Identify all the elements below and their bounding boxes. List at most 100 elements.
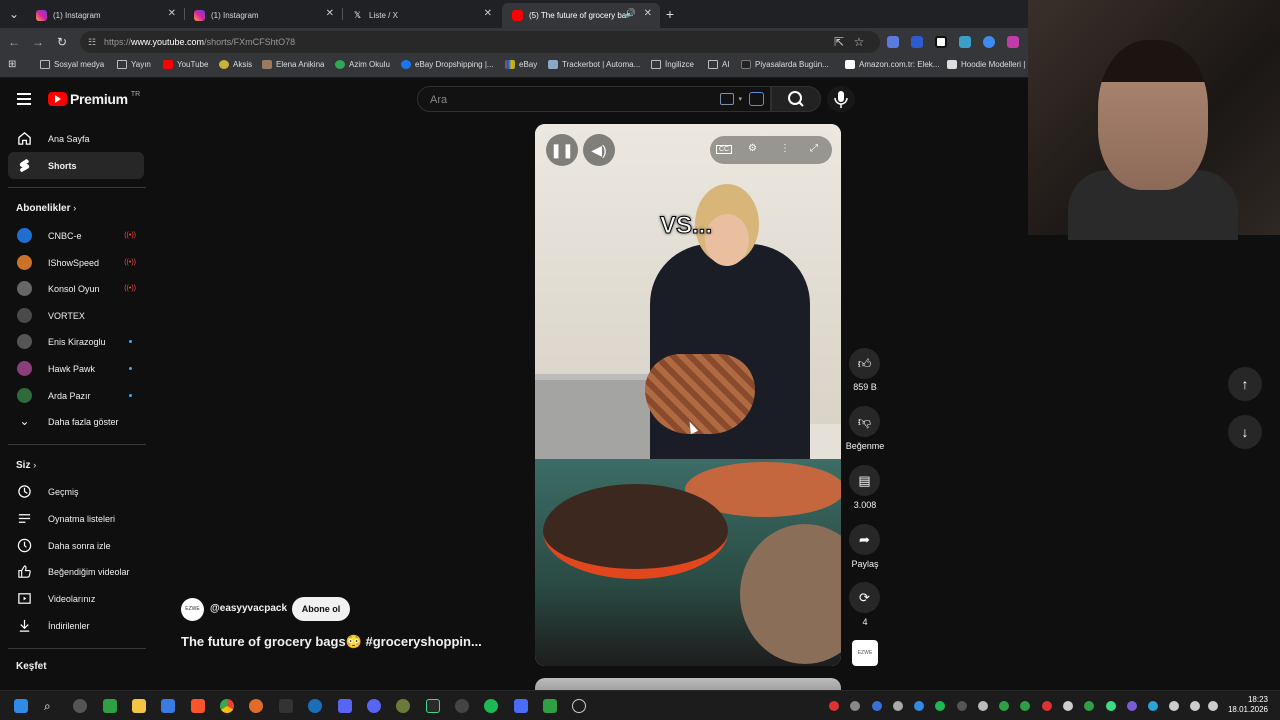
extension-icon[interactable] bbox=[935, 36, 947, 48]
sidebar-item-playlists[interactable]: Oynatma listeleri bbox=[8, 505, 144, 532]
tray-icon[interactable] bbox=[872, 701, 882, 711]
reload-icon[interactable]: ↻ bbox=[53, 33, 71, 51]
bookmark-item[interactable]: Aksis bbox=[219, 60, 252, 69]
tray-icon[interactable] bbox=[935, 701, 945, 711]
windows-start-icon[interactable] bbox=[14, 699, 28, 713]
channel-avatar[interactable]: EZWE bbox=[181, 598, 204, 621]
sidebar-sub-cnbce[interactable]: CNBC-e ((•)) bbox=[8, 222, 144, 249]
tray-icon[interactable] bbox=[978, 701, 988, 711]
tray-icon[interactable] bbox=[999, 701, 1009, 711]
pause-button[interactable]: ❚❚ bbox=[546, 134, 578, 166]
voice-search-button[interactable] bbox=[827, 86, 855, 112]
search-input[interactable]: Ara ▾ bbox=[417, 86, 771, 112]
app-icon[interactable] bbox=[73, 699, 87, 713]
app-icon[interactable] bbox=[543, 699, 557, 713]
forward-icon[interactable]: → bbox=[29, 33, 47, 51]
short-title[interactable]: The future of grocery bags😳 #groceryshop… bbox=[181, 634, 482, 650]
channel-name[interactable]: @easyyvacpack bbox=[210, 603, 287, 614]
bookmark-item[interactable]: AI bbox=[708, 60, 730, 69]
xbox-icon[interactable] bbox=[103, 699, 117, 713]
epic-games-icon[interactable] bbox=[279, 699, 293, 713]
file-explorer-icon[interactable] bbox=[132, 699, 146, 713]
install-app-icon[interactable]: ⇱ bbox=[830, 33, 848, 51]
url-bar[interactable]: ☷ https://www.youtube.com/shorts/FXmCFSh… bbox=[80, 31, 880, 53]
share-button[interactable]: ➦ bbox=[849, 524, 880, 555]
sidebar-item-liked-videos[interactable]: Beğendiğim videolar bbox=[8, 558, 144, 585]
sidebar-item-home[interactable]: Ana Sayfa bbox=[8, 125, 144, 152]
tab-search-icon[interactable]: ⌄ bbox=[4, 4, 24, 24]
back-icon[interactable]: ← bbox=[5, 33, 23, 51]
sidebar-sub-arda-pazir[interactable]: Arda Pazır bbox=[8, 382, 144, 409]
youtube-premium-logo[interactable]: Premium TR bbox=[48, 91, 140, 107]
chrome-icon[interactable] bbox=[220, 699, 234, 713]
extension-icon[interactable] bbox=[911, 36, 923, 48]
volume-icon[interactable] bbox=[1208, 701, 1218, 711]
app-icon[interactable] bbox=[249, 699, 263, 713]
sound-channel-thumbnail[interactable]: EZWE bbox=[852, 640, 878, 666]
app-icon[interactable] bbox=[426, 699, 440, 713]
network-icon[interactable] bbox=[1190, 701, 1200, 711]
microphone-icon[interactable] bbox=[1169, 701, 1179, 711]
spotify-icon[interactable] bbox=[484, 699, 498, 713]
translate-extension-icon[interactable] bbox=[887, 36, 899, 48]
bookmark-item[interactable]: Elena Anikina bbox=[262, 60, 324, 69]
close-tab-icon[interactable]: ✕ bbox=[484, 8, 492, 19]
sidebar-item-your-videos[interactable]: Videolarınız bbox=[8, 585, 144, 612]
subscriptions-header[interactable]: Abonelikler › bbox=[16, 203, 76, 214]
bookmark-item[interactable]: eBay Dropshipping |... bbox=[401, 60, 494, 69]
settings-gear-icon[interactable]: ⚙ bbox=[748, 143, 757, 154]
tray-icon[interactable] bbox=[850, 701, 860, 711]
app-icon[interactable] bbox=[338, 699, 352, 713]
sidebar-item-downloads[interactable]: İndirilenler bbox=[8, 612, 144, 639]
bookmark-item[interactable]: İngilizce bbox=[651, 60, 694, 69]
visual-search-icon[interactable] bbox=[749, 92, 764, 106]
apps-grid-icon[interactable]: ⊞ bbox=[8, 60, 18, 70]
app-icon[interactable] bbox=[572, 699, 586, 713]
tab-instagram-2[interactable]: (1) Instagram ✕ bbox=[184, 3, 342, 28]
tray-icon[interactable] bbox=[893, 701, 903, 711]
sidebar-sub-hawk-pawk[interactable]: Hawk Pawk bbox=[8, 355, 144, 382]
site-info-icon[interactable]: ☷ bbox=[88, 31, 96, 53]
tray-icon[interactable] bbox=[1042, 701, 1052, 711]
bookmark-item[interactable]: Yayın bbox=[117, 60, 151, 69]
search-button[interactable] bbox=[771, 86, 821, 112]
extension-icon[interactable] bbox=[983, 36, 995, 48]
app-icon[interactable] bbox=[514, 699, 528, 713]
steam-icon[interactable] bbox=[308, 699, 322, 713]
tray-icon[interactable] bbox=[1127, 701, 1137, 711]
tray-icon[interactable] bbox=[1106, 701, 1116, 711]
volume-button[interactable]: ◀) bbox=[583, 134, 615, 166]
captions-icon[interactable]: CC bbox=[716, 145, 733, 154]
previous-short-button[interactable]: ↑ bbox=[1228, 367, 1262, 401]
tab-instagram-1[interactable]: (1) Instagram ✕ bbox=[26, 3, 184, 28]
tab-youtube-active[interactable]: (5) The future of grocery ba 🔊 ✕ bbox=[502, 3, 660, 28]
speaker-icon[interactable]: 🔊 bbox=[625, 8, 636, 19]
discord-icon[interactable] bbox=[367, 699, 381, 713]
hamburger-menu-icon[interactable] bbox=[17, 93, 31, 105]
you-header[interactable]: Siz › bbox=[16, 460, 36, 471]
close-tab-icon[interactable]: ✕ bbox=[644, 8, 652, 19]
more-options-icon[interactable]: ⋮ bbox=[780, 143, 790, 154]
tray-icon[interactable] bbox=[1148, 701, 1158, 711]
like-button[interactable]: 👍︎ bbox=[849, 348, 880, 379]
bookmark-star-icon[interactable]: ☆ bbox=[850, 33, 868, 51]
dislike-button[interactable]: 👎︎ bbox=[849, 406, 880, 437]
chevron-down-icon[interactable]: ▾ bbox=[738, 87, 742, 113]
new-tab-button[interactable]: + bbox=[660, 4, 680, 24]
sidebar-item-watch-later[interactable]: Daha sonra izle bbox=[8, 532, 144, 559]
bookmark-item[interactable]: Amazon.com.tr: Elek... bbox=[845, 60, 939, 69]
close-tab-icon[interactable]: ✕ bbox=[168, 8, 176, 19]
tray-icon[interactable] bbox=[1084, 701, 1094, 711]
tray-icon[interactable] bbox=[829, 701, 839, 711]
tray-icon[interactable] bbox=[914, 701, 924, 711]
store-icon[interactable] bbox=[161, 699, 175, 713]
comments-button[interactable]: ▤ bbox=[849, 465, 880, 496]
bookmark-item[interactable]: Azim Okulu bbox=[335, 60, 390, 69]
search-icon[interactable]: ⌕ bbox=[44, 699, 58, 713]
sidebar-sub-konsol-oyun[interactable]: Konsol Oyun ((•)) bbox=[8, 275, 144, 302]
app-icon[interactable] bbox=[455, 699, 469, 713]
sidebar-sub-vortex[interactable]: VORTEX bbox=[8, 302, 144, 329]
extension-icon[interactable] bbox=[959, 36, 971, 48]
fullscreen-icon[interactable]: ⤢ bbox=[810, 143, 818, 154]
sidebar-sub-ishowspeed[interactable]: IShowSpeed ((•)) bbox=[8, 249, 144, 276]
